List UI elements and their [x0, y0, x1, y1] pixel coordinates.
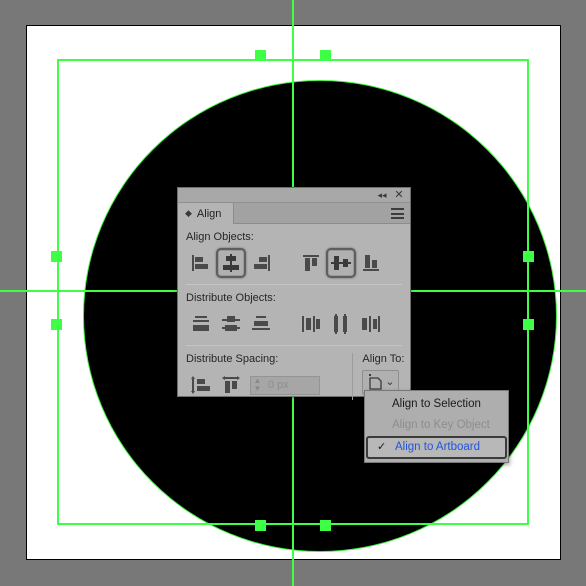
panel-body: Align Objects: Distribute Objects: Distr… [178, 224, 410, 400]
distribute-spacing-row: ▲ ▼ 0 px [186, 370, 352, 400]
horizontal-distribute-center-button[interactable] [326, 309, 356, 339]
vertical-align-center-button[interactable] [326, 248, 356, 278]
menu-item-label: Align to Selection [392, 398, 481, 410]
distribute-spacing-group: Distribute Spacing: ▲ ▼ 0 px [178, 353, 352, 400]
horizontal-align-center-button[interactable] [216, 248, 246, 278]
align-objects-row [186, 248, 410, 278]
handle-left-bottom[interactable] [51, 319, 62, 330]
distribute-objects-row [186, 309, 410, 339]
horizontal-distribute-left-icon [302, 316, 320, 332]
handle-bottom-left[interactable] [255, 520, 266, 531]
panel-titlebar: ◂◂ ✕ [178, 188, 410, 203]
horizontal-distribute-right-icon [362, 316, 380, 332]
distribute-spacing-label: Distribute Spacing: [186, 353, 279, 365]
vertical-distribute-spacing-button[interactable] [186, 370, 216, 400]
align-panel: ◂◂ ✕ ◆ Align Align Objects: Distribute O… [177, 187, 411, 400]
section-divider-2 [186, 345, 402, 346]
stepper-down-icon[interactable]: ▼ [251, 385, 264, 393]
vertical-distribute-top-icon [193, 316, 209, 331]
tab-grip-icon: ◆ [185, 208, 192, 218]
vertical-align-top-button[interactable] [296, 248, 326, 278]
selection-edge-top [57, 59, 529, 61]
chevron-down-icon[interactable]: ⌄ [385, 377, 394, 388]
horizontal-distribute-spacing-button[interactable] [216, 370, 246, 400]
menu-item-align-to-key-object: Align to Key Object [365, 415, 508, 436]
horizontal-distribute-right-button[interactable] [356, 309, 386, 339]
horizontal-align-center-icon [223, 254, 239, 272]
collapse-panel-icon[interactable]: ◂◂ [376, 190, 388, 201]
vertical-distribute-top-button[interactable] [186, 309, 216, 339]
vertical-align-center-icon [331, 256, 351, 270]
selection-edge-bottom [57, 523, 529, 525]
handle-bottom-right[interactable] [320, 520, 331, 531]
spacing-value-text: 0 px [268, 379, 289, 391]
horizontal-distribute-center-icon [334, 314, 347, 334]
tab-align-label: Align [196, 207, 222, 220]
vertical-align-bottom-icon [363, 255, 379, 271]
illustrator-workspace: ◂◂ ✕ ◆ Align Align Objects: Distribute O… [0, 0, 586, 586]
vertical-align-top-icon [303, 255, 319, 271]
panel-menu-icon[interactable] [391, 208, 404, 219]
handle-right-top[interactable] [523, 251, 534, 262]
handle-top-left[interactable] [255, 50, 266, 61]
tab-align[interactable]: ◆ Align [178, 203, 235, 224]
selection-edge-left [57, 60, 59, 524]
handle-top-right[interactable] [320, 50, 331, 61]
horizontal-align-left-icon [192, 255, 208, 271]
align-objects-label: Align Objects: [186, 231, 254, 243]
menu-item-label: Align to Key Object [392, 419, 490, 431]
vertical-distribute-spacing-icon [191, 376, 210, 394]
panel-tab-row: ◆ Align [178, 203, 410, 224]
close-panel-icon[interactable]: ✕ [393, 190, 405, 201]
vertical-distribute-center-icon [222, 316, 240, 331]
horizontal-distribute-spacing-icon [222, 376, 240, 393]
align-to-dropdown-menu: Align to Selection Align to Key Object ✓… [364, 390, 509, 463]
vertical-distribute-center-button[interactable] [216, 309, 246, 339]
vertical-distribute-bottom-button[interactable] [246, 309, 276, 339]
artboard-icon [369, 373, 382, 390]
menu-item-align-to-selection[interactable]: Align to Selection [365, 394, 508, 415]
spacing-value-input[interactable]: ▲ ▼ 0 px [250, 375, 320, 395]
horizontal-distribute-left-button[interactable] [296, 309, 326, 339]
checkmark-icon: ✓ [377, 441, 387, 453]
handle-left-top[interactable] [51, 251, 62, 262]
menu-item-label: Align to Artboard [395, 441, 481, 453]
horizontal-align-right-button[interactable] [246, 248, 276, 278]
align-to-label: Align To: [362, 353, 405, 365]
vertical-align-bottom-button[interactable] [356, 248, 386, 278]
menu-item-align-to-artboard[interactable]: ✓ Align to Artboard [366, 436, 507, 459]
distribute-objects-label: Distribute Objects: [186, 292, 276, 304]
vertical-distribute-bottom-icon [252, 316, 270, 330]
selection-edge-right [527, 60, 529, 524]
handle-right-bottom[interactable] [523, 319, 534, 330]
horizontal-align-right-icon [254, 255, 270, 271]
horizontal-align-left-button[interactable] [186, 248, 216, 278]
section-divider-1 [186, 284, 402, 285]
spacing-stepper-arrows[interactable]: ▲ ▼ [251, 377, 264, 393]
